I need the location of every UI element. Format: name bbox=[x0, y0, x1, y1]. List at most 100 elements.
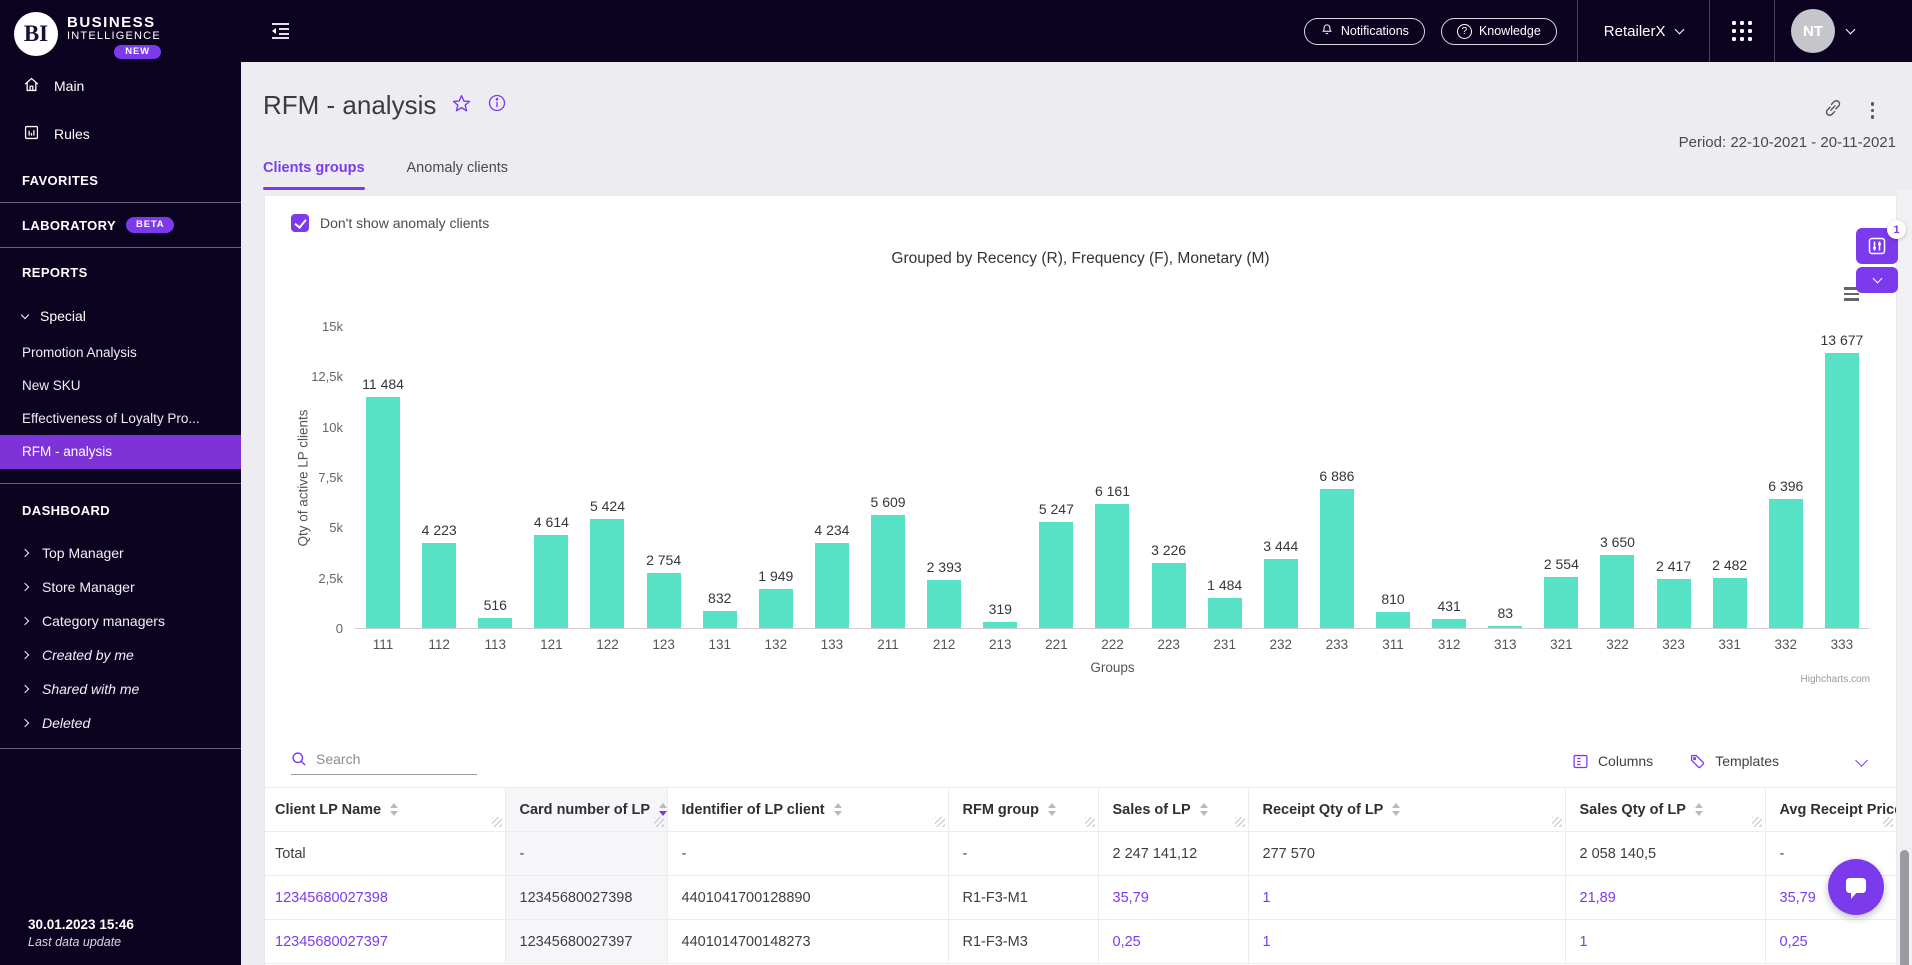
bar-value-label: 810 bbox=[1381, 591, 1405, 607]
search-input[interactable] bbox=[291, 747, 477, 775]
highcharts-credit[interactable]: Highcharts.com bbox=[1801, 674, 1870, 685]
column-header[interactable]: Client LP Name bbox=[265, 787, 506, 832]
sidebar-item-rules[interactable]: Rules bbox=[0, 110, 241, 158]
bar bbox=[366, 397, 401, 628]
table-cell: R1-F3-M3 bbox=[947, 919, 1099, 964]
table-link[interactable]: 12345680027397 bbox=[275, 934, 388, 950]
apps-grid-icon[interactable] bbox=[1731, 20, 1752, 42]
last-update-time: 30.01.2023 15:46 bbox=[28, 917, 134, 932]
column-header-label: Receipt Qty of LP bbox=[1262, 801, 1384, 818]
tabs: Clients groups Anomaly clients bbox=[263, 160, 508, 190]
column-header[interactable]: Avg Receipt Price bbox=[1764, 787, 1896, 832]
more-options-icon[interactable] bbox=[1869, 100, 1877, 121]
home-icon bbox=[22, 75, 41, 97]
table-cell: 21,89 bbox=[1564, 875, 1766, 920]
filter-count-badge: 1 bbox=[1887, 220, 1906, 239]
x-axis-tick-label: 332 bbox=[1774, 637, 1798, 652]
share-link-icon[interactable] bbox=[1823, 98, 1843, 123]
columns-icon bbox=[1573, 754, 1588, 768]
user-menu[interactable]: NT bbox=[1775, 9, 1912, 53]
sidebar-item-report[interactable]: New SKU bbox=[0, 369, 241, 402]
bar-slot: 3 650 bbox=[1589, 534, 1645, 628]
chevron-right-icon bbox=[20, 718, 30, 728]
table-link[interactable]: 1 bbox=[1580, 934, 1588, 950]
columns-button[interactable]: Columns bbox=[1572, 753, 1653, 770]
table-link[interactable]: 0,25 bbox=[1113, 934, 1141, 950]
sidebar: Main Rules FAVORITES LABORATORY BETA REP… bbox=[0, 62, 241, 965]
column-header[interactable]: Sales of LP bbox=[1097, 787, 1249, 832]
sidebar-item-dashboard[interactable]: Deleted bbox=[0, 706, 241, 740]
bar-value-label: 5 609 bbox=[870, 494, 906, 510]
column-header[interactable]: Card number of LP bbox=[504, 787, 668, 832]
avatar: NT bbox=[1791, 9, 1835, 53]
tab-anomaly-clients[interactable]: Anomaly clients bbox=[407, 160, 509, 190]
bar-value-label: 4 223 bbox=[421, 522, 457, 538]
workspace-name: RetailerX bbox=[1603, 22, 1666, 40]
sidebar-item-dashboard[interactable]: Shared with me bbox=[0, 672, 241, 706]
sidebar-item-dashboard[interactable]: Top Manager bbox=[0, 536, 241, 570]
chat-widget-button[interactable] bbox=[1828, 859, 1884, 915]
bar-slot: 810 bbox=[1365, 591, 1421, 628]
table-cell: 1 bbox=[1247, 875, 1566, 920]
table-link[interactable]: 21,89 bbox=[1580, 890, 1616, 906]
scrollbar-thumb[interactable] bbox=[1900, 850, 1909, 965]
sidebar-item-report[interactable]: RFM - analysis bbox=[0, 435, 241, 469]
sidebar-collapse-icon[interactable] bbox=[269, 22, 291, 40]
sidebar-item-dashboard[interactable]: Store Manager bbox=[0, 570, 241, 604]
sidebar-item-report[interactable]: Effectiveness of Loyalty Pro... bbox=[0, 402, 241, 435]
table-link[interactable]: 1 bbox=[1263, 890, 1271, 906]
sidebar-section-favorites[interactable]: FAVORITES bbox=[0, 158, 241, 202]
sort-up-icon bbox=[1048, 803, 1057, 809]
x-axis-tick-label: 233 bbox=[1325, 637, 1349, 652]
column-header[interactable]: Sales Qty of LP bbox=[1564, 787, 1766, 832]
collapse-table-chevron-icon[interactable] bbox=[1853, 748, 1870, 774]
knowledge-button[interactable]: Knowledge bbox=[1440, 17, 1557, 45]
column-header[interactable]: Receipt Qty of LP bbox=[1247, 787, 1566, 832]
sort-icon bbox=[833, 803, 842, 816]
sidebar-section-laboratory[interactable]: LABORATORY BETA bbox=[0, 203, 241, 247]
table-link[interactable]: 35,79 bbox=[1113, 890, 1149, 906]
bar-slot: 4 234 bbox=[804, 522, 860, 628]
y-axis-tick-label: 5k bbox=[329, 520, 343, 536]
templates-button[interactable]: Templates bbox=[1689, 753, 1779, 770]
filters-button[interactable]: 1 bbox=[1856, 220, 1906, 264]
notifications-button[interactable]: Notifications bbox=[1303, 17, 1425, 45]
total-cell: 2 058 140,5 bbox=[1564, 831, 1766, 876]
column-header[interactable]: Identifier of LP client bbox=[666, 787, 949, 832]
table-link[interactable]: 35,79 bbox=[1780, 890, 1816, 906]
total-cell: 2 247 141,12 bbox=[1097, 831, 1249, 876]
tab-clients-groups[interactable]: Clients groups bbox=[263, 160, 365, 190]
x-axis-tick-label: 112 bbox=[428, 637, 450, 652]
sidebar-item-main[interactable]: Main bbox=[0, 62, 241, 110]
bar-value-label: 6 161 bbox=[1094, 483, 1130, 499]
bar bbox=[1600, 555, 1635, 628]
y-axis-tick-label: 12,5k bbox=[311, 369, 343, 385]
scrollbar-track[interactable] bbox=[1897, 190, 1912, 965]
sidebar-item-dashboard[interactable]: Created by me bbox=[0, 638, 241, 672]
info-icon[interactable] bbox=[487, 93, 507, 118]
bar-slot: 2 393 bbox=[916, 559, 972, 628]
sidebar-section-reports[interactable]: REPORTS bbox=[0, 248, 241, 296]
sort-up-icon bbox=[1199, 803, 1208, 809]
notifications-label: Notifications bbox=[1340, 24, 1409, 38]
sort-down-icon bbox=[1392, 810, 1401, 816]
sidebar-item-report[interactable]: Promotion Analysis bbox=[0, 336, 241, 369]
expand-panel-button[interactable] bbox=[1856, 267, 1898, 293]
favorite-star-icon[interactable] bbox=[451, 93, 472, 119]
bar bbox=[534, 535, 569, 628]
anomaly-checkbox[interactable]: Don't show anomaly clients bbox=[291, 214, 489, 232]
bar-value-label: 3 650 bbox=[1599, 534, 1635, 550]
sidebar-item-dashboard[interactable]: Category managers bbox=[0, 604, 241, 638]
table-link[interactable]: 12345680027398 bbox=[275, 890, 388, 906]
sidebar-group-special[interactable]: Special bbox=[0, 296, 241, 336]
table-row: 12345680027397 12345680027397 440101470014… bbox=[265, 919, 1896, 964]
column-header-label: Client LP Name bbox=[275, 801, 382, 818]
column-header-label: Sales of LP bbox=[1112, 801, 1191, 818]
table-link[interactable]: 1 bbox=[1263, 934, 1271, 950]
workspace-selector[interactable]: RetailerX bbox=[1578, 23, 1709, 40]
sidebar-section-dashboard[interactable]: DASHBOARD bbox=[0, 484, 241, 536]
total-cell: Total bbox=[265, 831, 506, 876]
table-link[interactable]: 0,25 bbox=[1780, 934, 1808, 950]
column-header[interactable]: RFM group bbox=[947, 787, 1099, 832]
x-axis-tick-label: 331 bbox=[1718, 637, 1741, 652]
